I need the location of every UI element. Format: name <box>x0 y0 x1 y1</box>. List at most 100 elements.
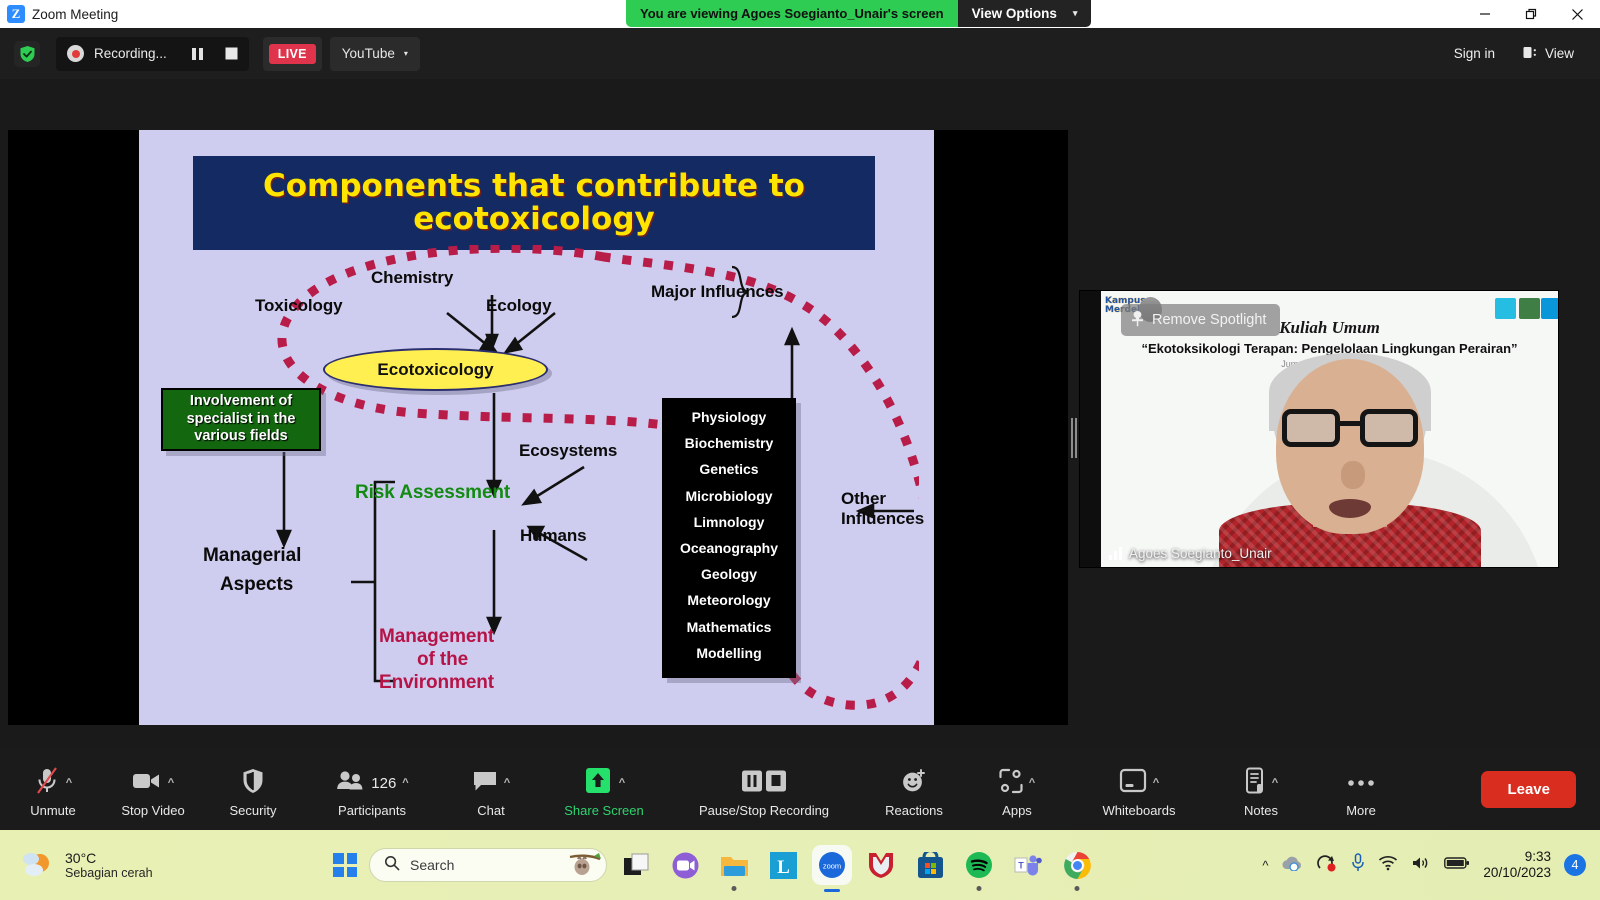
microsoft-store-icon[interactable] <box>910 845 950 885</box>
notes-caret-icon[interactable]: ^ <box>1272 777 1278 789</box>
participant-count: 126 <box>371 774 397 792</box>
onedrive-icon[interactable] <box>1281 855 1303 876</box>
battery-icon[interactable] <box>1444 856 1470 875</box>
audio-level-icon <box>1109 547 1122 560</box>
share-screen-caret-icon[interactable]: ^ <box>619 777 625 789</box>
wifi-icon[interactable] <box>1378 855 1398 876</box>
close-icon[interactable] <box>1554 0 1600 28</box>
sdg-badge-icon <box>1541 298 1558 319</box>
apps-caret-icon[interactable]: ^ <box>1029 777 1035 789</box>
stop-recording-button[interactable] <box>215 37 249 71</box>
control-chat[interactable]: ^ Chat <box>458 760 524 818</box>
clock-date: 20/10/2023 <box>1483 865 1551 880</box>
svg-text:T: T <box>1018 860 1024 870</box>
remove-spotlight-button[interactable]: Remove Spotlight <box>1121 304 1281 336</box>
streaming-platform-selector[interactable]: YouTube ▾ <box>329 36 420 71</box>
chat-caret-icon[interactable]: ^ <box>504 777 510 789</box>
sign-in-button[interactable]: Sign in <box>1442 39 1507 68</box>
discipline-item: Microbiology <box>685 487 773 504</box>
zoom-app-icon[interactable]: zoom <box>812 845 852 892</box>
discipline-item: Biochemistry <box>684 435 774 452</box>
discipline-item: Meteorology <box>687 592 771 609</box>
microphone-muted-icon <box>34 766 60 801</box>
view-layout-button[interactable]: View <box>1511 39 1586 69</box>
control-unmute[interactable]: ^ Unmute <box>20 760 86 818</box>
windows-start-icon[interactable] <box>330 850 360 880</box>
window-title: Zoom Meeting <box>32 6 119 22</box>
google-chrome-icon[interactable] <box>1057 845 1097 891</box>
notification-badge[interactable]: 4 <box>1564 854 1586 876</box>
camera-app-icon[interactable] <box>665 845 705 885</box>
label-management-3: Environment <box>379 672 495 693</box>
minimize-icon[interactable] <box>1462 0 1508 28</box>
control-more[interactable]: More <box>1328 760 1394 818</box>
taskbar-clock[interactable]: 9:33 20/10/2023 <box>1483 849 1551 881</box>
spotify-icon[interactable] <box>959 845 999 891</box>
maximize-icon[interactable] <box>1508 0 1554 28</box>
control-participants[interactable]: 126 ^ Participants <box>320 760 424 818</box>
window-controls <box>1462 0 1600 28</box>
label-other-influences-1: Other <box>841 489 886 508</box>
svg-text:zoom: zoom <box>823 862 841 871</box>
share-screen-icon <box>583 766 613 801</box>
view-options-button[interactable]: View Options ▾ <box>957 0 1092 27</box>
share-banner-message: You are viewing Agoes Soegianto_Unair's … <box>626 0 958 27</box>
search-input[interactable]: Search <box>369 848 607 882</box>
control-label: Notes <box>1244 803 1278 818</box>
screen-share-banner: You are viewing Agoes Soegianto_Unair's … <box>626 0 1092 27</box>
video-panel-drag-handle[interactable] <box>1070 415 1078 460</box>
live-status-chip[interactable]: LIVE <box>262 36 322 71</box>
weather-temperature: 30°C <box>65 850 97 866</box>
label-ecosystems: Ecosystems <box>519 441 618 460</box>
leave-meeting-button[interactable]: Leave <box>1481 770 1576 808</box>
discipline-item: Limnology <box>693 513 765 530</box>
control-apps[interactable]: ^ Apps <box>984 760 1050 818</box>
label-toxicology: Toxicology <box>255 296 343 315</box>
whiteboards-caret-icon[interactable]: ^ <box>1153 777 1159 789</box>
control-stop-video[interactable]: ^ Stop Video <box>120 760 186 818</box>
pause-recording-button[interactable] <box>181 37 215 71</box>
label-management-1: Management <box>379 626 495 647</box>
participant-name-badge: Agoes Soegianto_Unair <box>1109 546 1272 561</box>
person-nose <box>1341 461 1365 489</box>
weather-description: Sebagian cerah <box>65 866 153 880</box>
view-layout-label: View <box>1544 46 1574 61</box>
reactions-icon <box>901 768 927 799</box>
control-reactions[interactable]: Reactions <box>878 760 950 818</box>
sdg-badge-icon <box>1519 298 1540 319</box>
chevron-down-icon: ▾ <box>1072 8 1078 18</box>
microphone-icon[interactable] <box>1351 853 1365 877</box>
discipline-item: Oceanography <box>679 540 779 557</box>
file-explorer-dark-icon[interactable] <box>616 845 656 885</box>
taskbar-weather-widget[interactable]: 30°C Sebagian cerah <box>20 848 153 883</box>
disciplines-box: Physiology Biochemistry Genetics Microbi… <box>662 398 796 678</box>
chevron-down-icon: ▾ <box>403 49 408 58</box>
control-whiteboards[interactable]: ^ Whiteboards <box>1084 760 1194 818</box>
mcafee-icon[interactable] <box>861 845 901 885</box>
dotted-loop-path <box>277 245 919 710</box>
chat-bubble-icon <box>472 769 498 798</box>
partly-cloudy-icon <box>20 848 54 883</box>
lightshot-icon[interactable]: L <box>763 845 803 885</box>
discipline-item: Genetics <box>699 461 759 478</box>
discipline-item: Mathematics <box>686 618 772 635</box>
more-dots-icon <box>1347 774 1375 792</box>
folder-icon[interactable] <box>714 845 754 891</box>
recording-tray-icon[interactable] <box>1316 854 1338 877</box>
discipline-item: Physiology <box>691 409 767 426</box>
speaker-icon[interactable] <box>1411 855 1431 876</box>
participant-video-panel[interactable]: KampusMerdeka Kuliah Umum “Ekotoksikolog… <box>1080 291 1558 567</box>
zoom-logo-icon: Z <box>7 5 25 23</box>
microsoft-teams-icon[interactable]: T <box>1008 845 1048 885</box>
control-security[interactable]: Security <box>220 760 286 818</box>
slide-title: Components that contribute to ecotoxicol… <box>193 156 875 250</box>
participants-caret-icon[interactable]: ^ <box>402 777 408 789</box>
control-share-screen[interactable]: ^ Share Screen <box>558 760 650 818</box>
shield-check-icon[interactable] <box>14 40 40 67</box>
chevron-up-icon[interactable]: ^ <box>1262 858 1268 873</box>
stop-video-caret-icon[interactable]: ^ <box>168 777 174 789</box>
control-pause-stop-recording[interactable]: Pause/Stop Recording <box>684 760 844 818</box>
unmute-caret-icon[interactable]: ^ <box>66 777 72 789</box>
label-managerial-2: Aspects <box>220 574 294 595</box>
control-notes[interactable]: ^ Notes <box>1228 760 1294 818</box>
